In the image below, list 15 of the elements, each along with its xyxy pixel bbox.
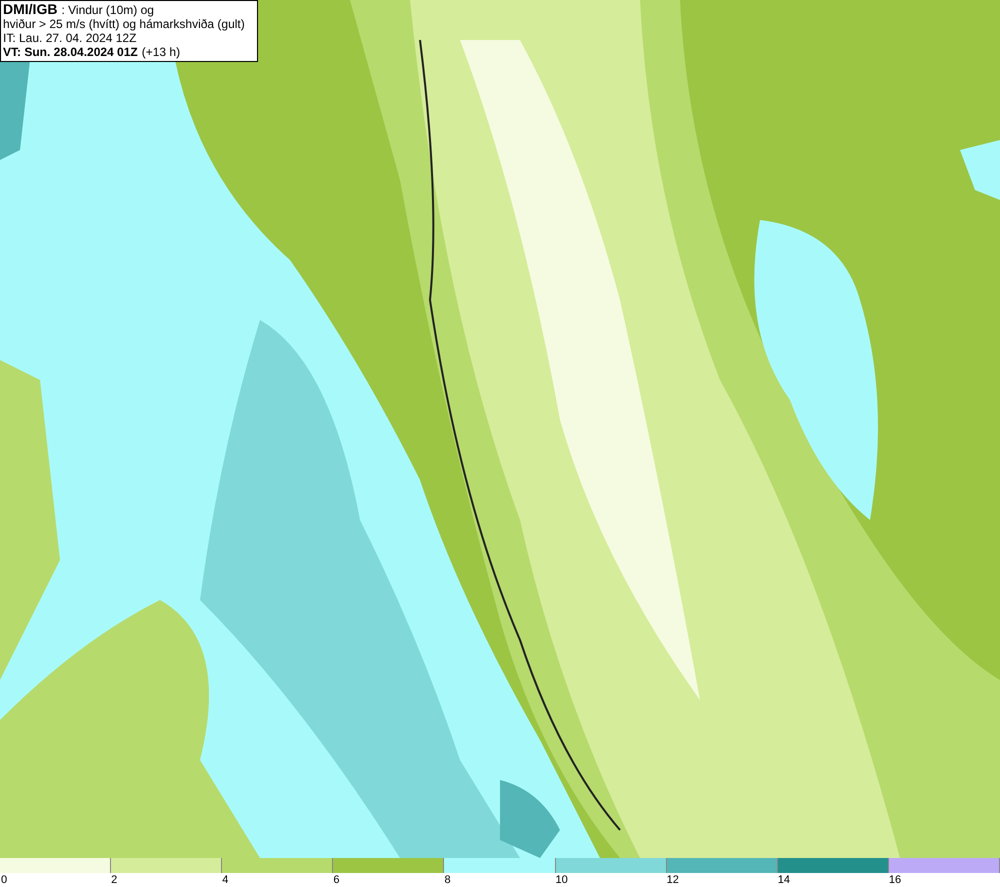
- legend-tick-label: 10: [556, 873, 568, 887]
- legend-tick-label: 4: [222, 873, 228, 887]
- lead-time: (+13 h): [142, 45, 180, 59]
- legend-tick-label: 2: [111, 873, 118, 887]
- issue-time: IT: Lau. 27. 04. 2024 12Z: [3, 31, 138, 45]
- legend-tick-label: 6: [333, 873, 340, 887]
- legend-tick-label: 12: [666, 873, 679, 887]
- source-label: DMI/IGB: [3, 2, 58, 16]
- map-title: : Vindur (10m) og: [61, 3, 154, 17]
- valid-time: VT: Sun. 28.04.2024 01Z: [3, 45, 138, 59]
- map-subtitle: hviður > 25 m/s (hvítt) og hámarkshviða (gult): [3, 17, 246, 31]
- legend-tick-label: 8: [444, 873, 451, 887]
- legend-tick-label: 16: [888, 873, 902, 887]
- legend-tick-label: 0: [1, 873, 8, 887]
- legend-tick-label: 14: [778, 873, 790, 887]
